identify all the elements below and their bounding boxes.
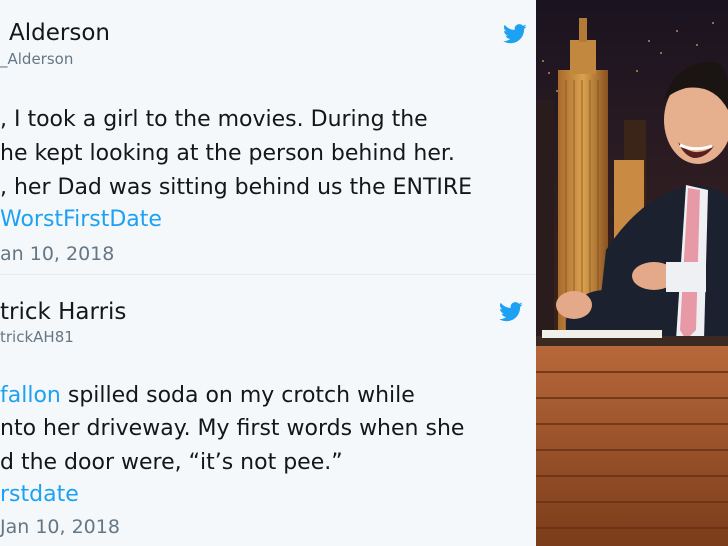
tweet-1-timestamp[interactable]: an 10, 2018 — [0, 243, 114, 265]
tweet-2-hashtag-link[interactable]: rstdate — [0, 482, 79, 507]
photo-illustration — [536, 0, 728, 546]
tweet-1-hashtag-link[interactable]: WorstFirstDate — [0, 207, 162, 232]
tweet-2-mention-link[interactable]: fallon — [0, 383, 61, 408]
tweet-1-author-name[interactable]: Alderson — [9, 20, 110, 46]
tweet-2-timestamp[interactable]: Jan 10, 2018 — [0, 516, 120, 538]
tweet-2-text-line-3: d the door were, “it’s not pee.” — [0, 450, 343, 475]
tweets-panel: Alderson _Alderson , I took a girl to th… — [0, 0, 536, 546]
tweet-1-author-handle[interactable]: _Alderson — [0, 50, 73, 68]
tweet-1-text-line-2: he kept looking at the person behind her… — [0, 141, 455, 166]
tweet-2: trick Harris trickAH81 fallon spilled so… — [0, 275, 536, 546]
twitter-bird-icon[interactable] — [499, 302, 523, 322]
twitter-bird-icon[interactable] — [503, 24, 527, 44]
tweet-2-author-handle[interactable]: trickAH81 — [0, 328, 74, 346]
tweet-2-text-line-1: fallon spilled soda on my crotch while — [0, 383, 415, 408]
tweet-1: Alderson _Alderson , I took a girl to th… — [0, 0, 536, 270]
tweet-2-author-name[interactable]: trick Harris — [0, 299, 126, 325]
tweet-2-text-line-2: nto her driveway. My first words when sh… — [0, 416, 465, 441]
tweet-1-text-line-1: , I took a girl to the movies. During th… — [0, 107, 428, 132]
tweet-2-text-line-1-rest: spilled soda on my crotch while — [60, 383, 415, 408]
tweet-1-text-line-3: , her Dad was sitting behind us the ENTI… — [0, 175, 473, 200]
host-laughing-photo — [536, 0, 728, 546]
